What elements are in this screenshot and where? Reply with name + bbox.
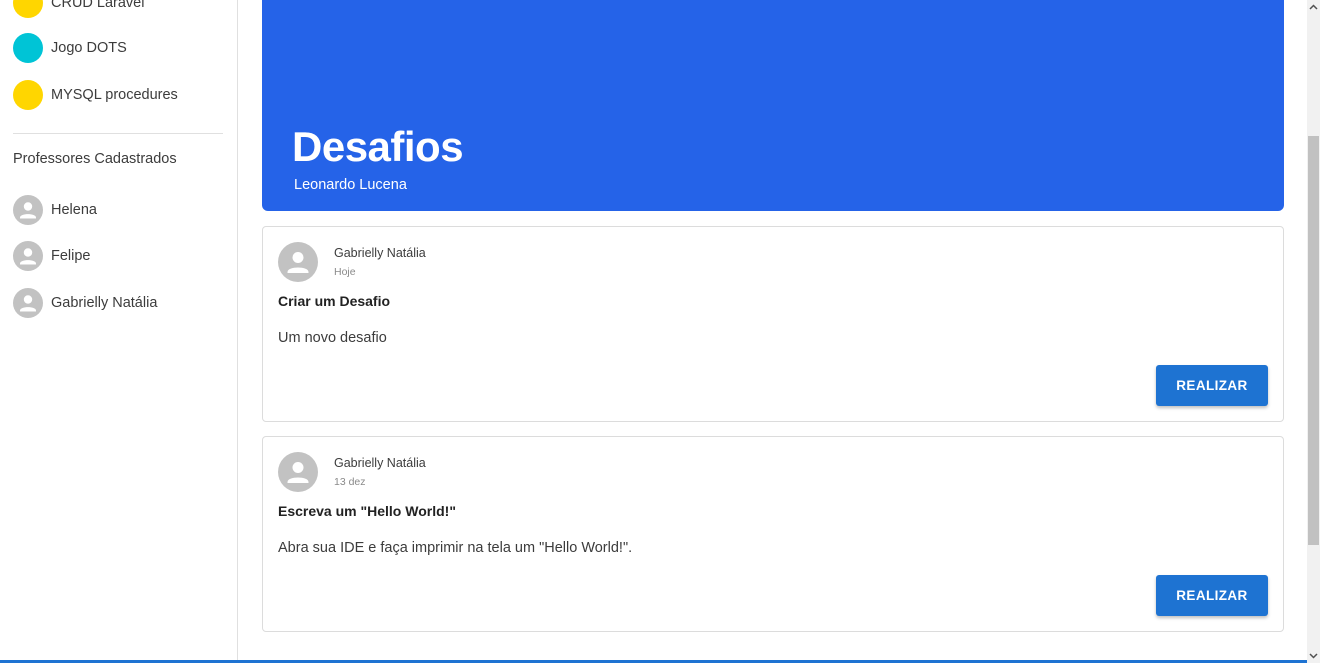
challenge-author: Gabrielly Natália — [334, 246, 426, 260]
professor-name: Gabrielly Natália — [51, 295, 158, 311]
class-label: MYSQL procedures — [51, 87, 178, 103]
class-label: Jogo DOTS — [51, 40, 127, 56]
sidebar-professor-helena[interactable]: Helena — [13, 195, 97, 225]
challenge-title: Criar um Desafio — [278, 293, 391, 309]
person-icon — [13, 288, 43, 318]
sidebar-class-crud-laravel[interactable]: CRUD Laravel — [13, 0, 179, 18]
challenge-date: 13 dez — [334, 476, 366, 488]
challenge-date: Hoje — [334, 266, 356, 278]
person-icon — [13, 195, 43, 225]
scrollbar-thumb[interactable] — [1308, 136, 1319, 545]
sidebar-professor-felipe[interactable]: Felipe — [13, 241, 91, 271]
scroll-up-icon[interactable] — [1307, 0, 1320, 14]
challenge-author: Gabrielly Natália — [334, 456, 426, 470]
professor-name: Felipe — [51, 248, 91, 264]
class-label: CRUD Laravel — [51, 0, 145, 11]
person-icon — [13, 241, 43, 271]
class-color-dot — [13, 0, 43, 18]
class-banner: Desafios Leonardo Lucena — [262, 0, 1284, 211]
sidebar-class-jogo-dots[interactable]: Jogo DOTS — [13, 33, 179, 63]
realizar-button[interactable]: REALIZAR — [1156, 575, 1268, 616]
teacher-name: Leonardo Lucena — [294, 177, 407, 193]
sidebar-class-mysql-procedures[interactable]: MYSQL procedures — [13, 80, 179, 110]
professors-section-title: Professores Cadastrados — [13, 151, 177, 167]
class-color-dot — [13, 80, 43, 110]
challenge-title: Escreva um "Hello World!" — [278, 503, 456, 519]
sidebar: CRUD Laravel Jogo DOTS MYSQL procedures … — [0, 0, 238, 663]
sidebar-professor-gabrielly[interactable]: Gabrielly Natália — [13, 288, 157, 318]
class-color-dot — [13, 33, 43, 63]
page-title: Desafios — [292, 123, 464, 170]
realizar-button[interactable]: REALIZAR — [1156, 365, 1268, 406]
scroll-down-icon[interactable] — [1307, 649, 1320, 663]
professor-name: Helena — [51, 202, 97, 218]
challenge-card: Gabrielly Natália Hoje Criar um Desafio … — [262, 226, 1284, 422]
challenge-description: Um novo desafio — [278, 330, 387, 346]
person-icon — [278, 452, 318, 492]
person-icon — [278, 242, 318, 282]
challenge-card: Gabrielly Natália 13 dez Escreva um "Hel… — [262, 436, 1284, 632]
sidebar-divider — [13, 133, 223, 134]
vertical-scrollbar[interactable] — [1307, 0, 1320, 663]
challenge-description: Abra sua IDE e faça imprimir na tela um … — [278, 540, 633, 556]
